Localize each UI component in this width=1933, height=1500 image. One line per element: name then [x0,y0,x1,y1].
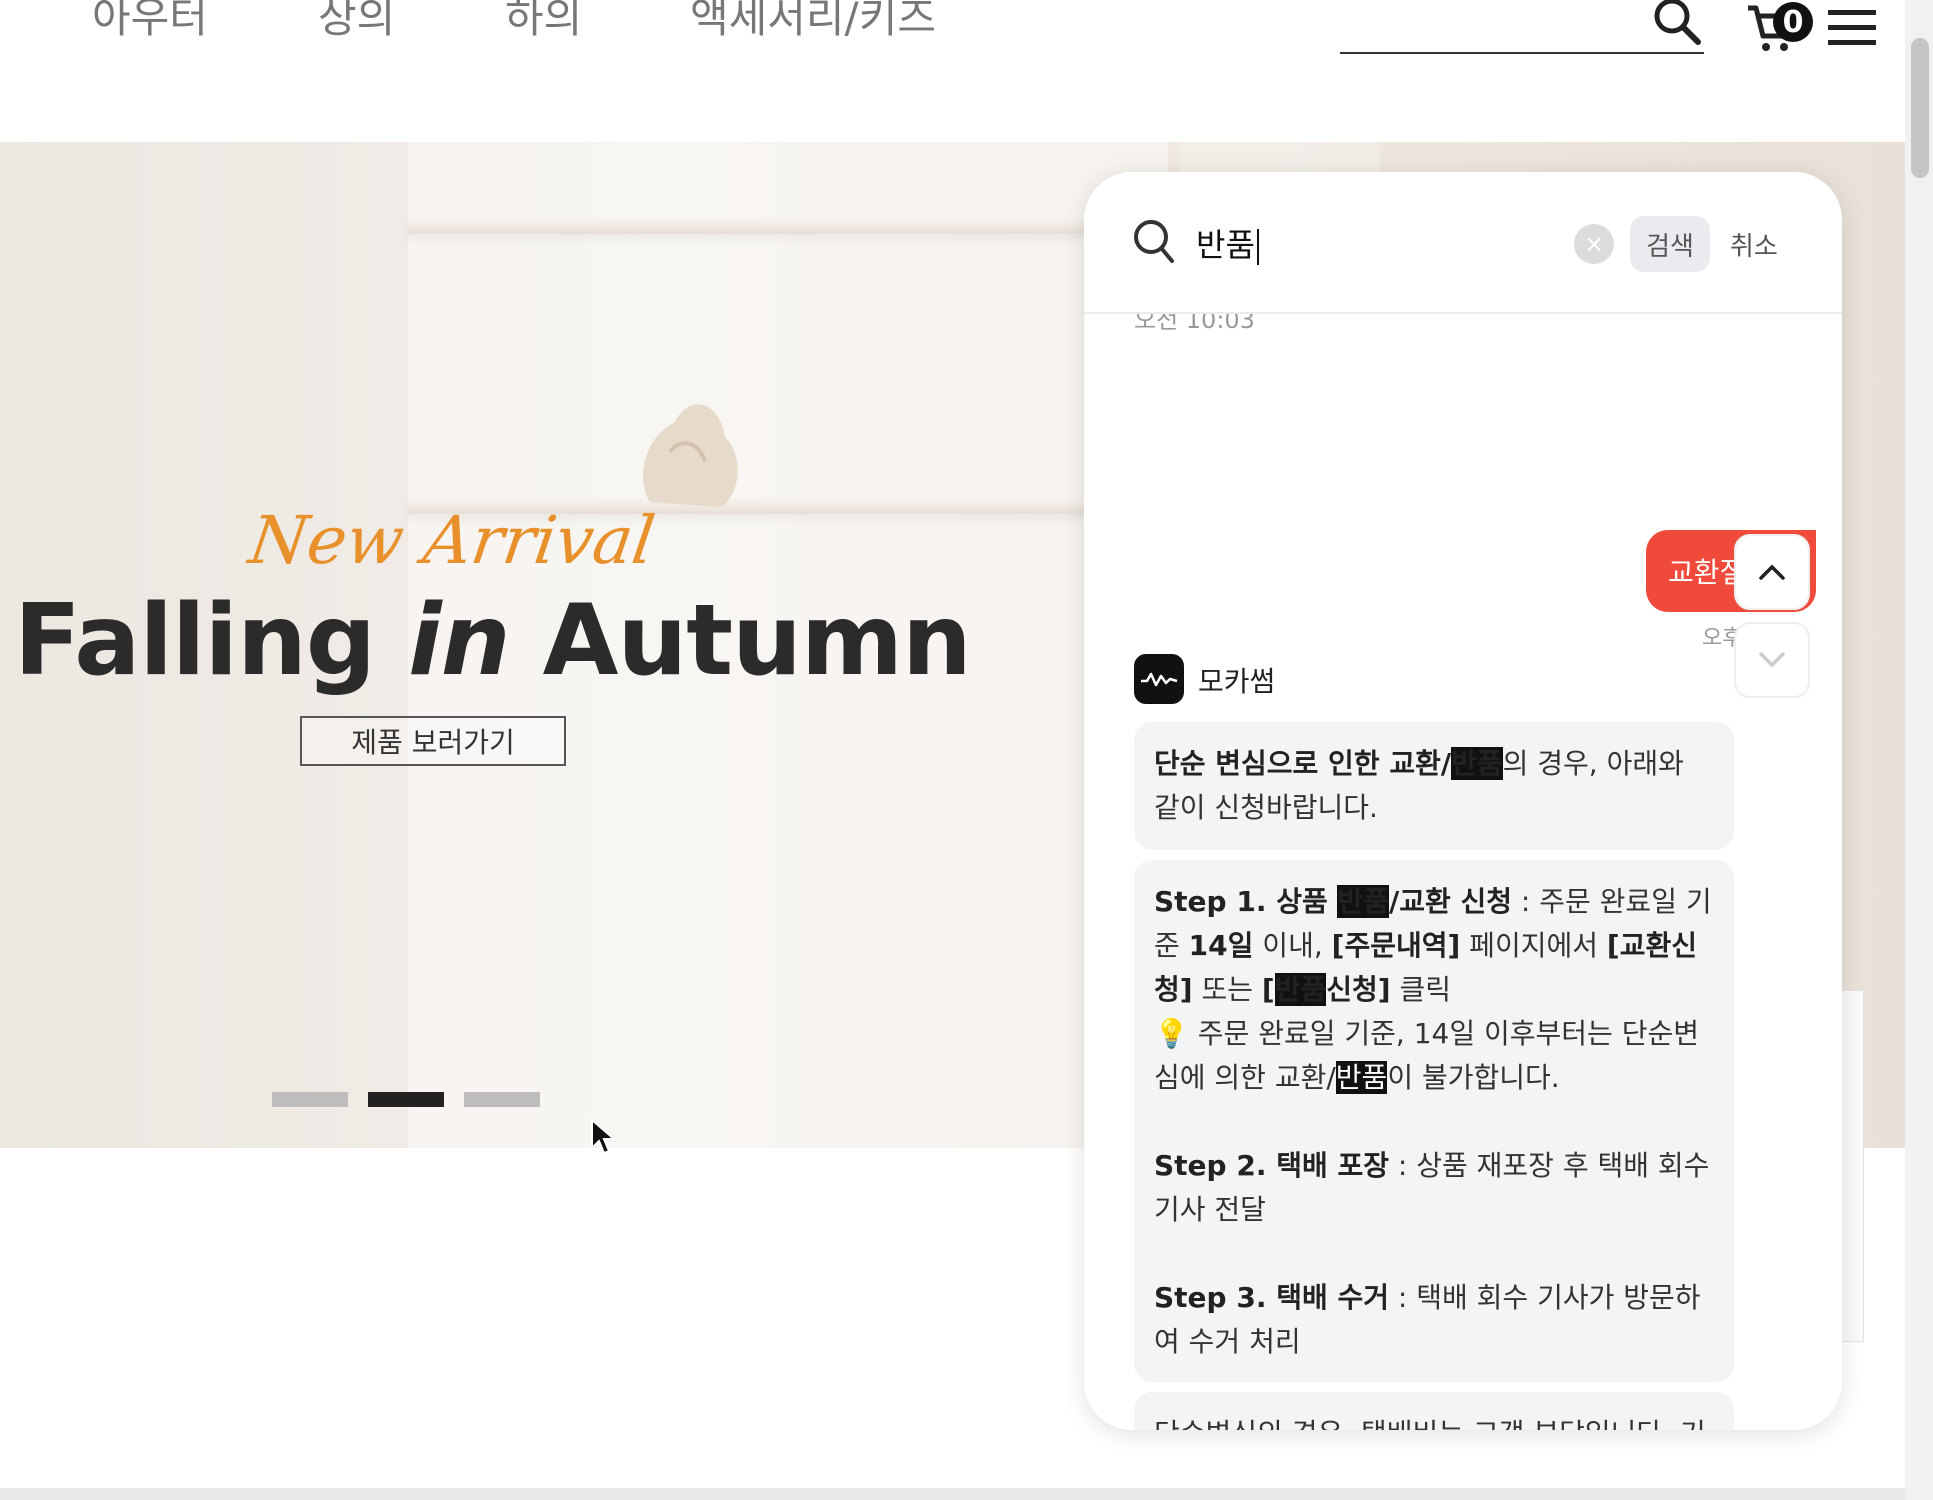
hero-shelf-top [408,218,1168,234]
site-header: 아우터 상의 하의 액세서리/키즈 0 [0,0,1905,142]
bot-message-bubble: Step 1. 상품 반품/교환 신청 : 주문 완료일 기준 14일 이내, … [1134,860,1734,1382]
bot-name: 모카썸 [1198,665,1276,698]
nav-item-accessories-kids[interactable]: 액세서리/키즈 [690,0,936,45]
hero-script-text: New Arrival [244,502,660,579]
lightbulb-icon: 💡 [1154,1017,1189,1050]
nav-item-bottom[interactable]: 하의 [505,0,582,45]
bot-wave-icon [1141,672,1178,687]
cart-count-badge: 0 [1773,2,1813,42]
bot-message-bubble: 단순 변심으로 인한 교환/반품의 경우, 아래와 같이 신청바랍니다. [1134,722,1734,850]
search-next-button[interactable] [1734,622,1810,698]
search-icon [1132,218,1176,270]
chat-search-bar: 반품 × 검색 취소 [1084,172,1842,314]
menu-icon[interactable] [1828,8,1876,52]
slide-dot-3[interactable] [464,1092,540,1107]
chat-panel: 반품 × 검색 취소 오전 10:03 교환절 오후 모카썸 단순 변심으로 인… [1084,172,1842,1430]
clear-search-button[interactable]: × [1574,224,1614,264]
slide-dot-2[interactable] [368,1092,444,1107]
search-icon[interactable] [1652,0,1702,50]
page-scrollbar-thumb[interactable] [1911,38,1929,178]
bot-avatar [1134,654,1184,704]
header-search-input[interactable] [1340,52,1704,54]
slide-dot-1[interactable] [272,1092,348,1107]
search-prev-button[interactable] [1734,534,1810,610]
page-bottom-edge [0,1488,1905,1500]
message-timestamp: 오전 10:03 [1134,314,1255,334]
hero-decor-stone [643,404,738,507]
hero-title: Falling in Autumn [14,584,972,698]
view-products-button[interactable]: 제품 보러가기 [300,716,566,766]
search-button[interactable]: 검색 [1630,216,1710,272]
mouse-cursor-icon [591,1118,616,1155]
chevron-up-icon [1759,564,1785,580]
chat-messages: 오전 10:03 교환절 오후 모카썸 단순 변심으로 인한 교환/반품의 경우… [1084,314,1842,1430]
nav-item-top[interactable]: 상의 [318,0,395,45]
bot-message-bubble: 단순변심의 경우, 택배비는 고객 부담입니다. 기타 궁금하신 사항은 고객센… [1134,1392,1734,1430]
cancel-button[interactable]: 취소 [1730,216,1778,272]
chat-search-input[interactable]: 반품 [1196,220,1259,266]
page-scrollbar[interactable] [1905,0,1933,1500]
nav-item-outer[interactable]: 아우터 [92,0,208,45]
chevron-down-icon [1759,652,1785,668]
